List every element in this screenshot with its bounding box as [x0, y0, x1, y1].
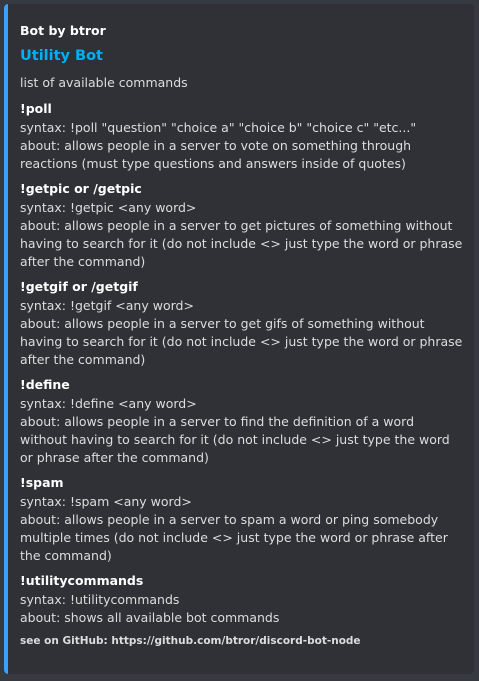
command-name: !getgif or /getgif: [20, 279, 138, 294]
command-about: about: allows people in a server to find…: [20, 414, 454, 465]
command-syntax: syntax: !spam <any word>: [20, 494, 192, 509]
command-syntax: syntax: !utilitycommands: [20, 592, 180, 607]
command-syntax: syntax: !getgif <any word>: [20, 298, 194, 313]
command-field-getgif: !getgif or /getgif syntax: !getgif <any …: [20, 278, 464, 369]
command-about: about: allows people in a server to get …: [20, 218, 467, 269]
command-about: about: shows all available bot commands: [20, 610, 280, 625]
command-field-spam: !spam syntax: !spam <any word> about: al…: [20, 474, 464, 565]
command-field-getpic: !getpic or /getpic syntax: !getpic <any …: [20, 180, 464, 271]
command-about: about: allows people in a server to spam…: [20, 512, 452, 563]
embed-accent-bar: [4, 4, 8, 674]
command-field-utilitycommands: !utilitycommands syntax: !utilitycommand…: [20, 572, 464, 627]
command-field-poll: !poll syntax: !poll "question" "choice a…: [20, 100, 464, 173]
command-syntax: syntax: !getpic <any word>: [20, 200, 197, 215]
command-field-define: !define syntax: !define <any word> about…: [20, 376, 464, 467]
embed-content: Bot by btror Utility Bot list of availab…: [20, 22, 464, 648]
command-name: !define: [20, 377, 70, 392]
command-syntax: syntax: !poll "question" "choice a" "cho…: [20, 120, 417, 135]
embed-title[interactable]: Utility Bot: [20, 47, 464, 65]
command-name: !spam: [20, 475, 64, 490]
command-name: !getpic or /getpic: [20, 181, 142, 196]
command-syntax: syntax: !define <any word>: [20, 396, 197, 411]
embed-author: Bot by btror: [20, 23, 106, 38]
embed-footer-github-link: see on GitHub: https://github.com/btror/…: [20, 635, 361, 647]
embed-description: list of available commands: [20, 75, 188, 90]
command-name: !poll: [20, 101, 52, 116]
command-about: about: allows people in a server to get …: [20, 316, 467, 367]
command-name: !utilitycommands: [20, 573, 144, 588]
bot-embed: Bot by btror Utility Bot list of availab…: [4, 4, 474, 674]
command-about: about: allows people in a server to vote…: [20, 138, 416, 171]
